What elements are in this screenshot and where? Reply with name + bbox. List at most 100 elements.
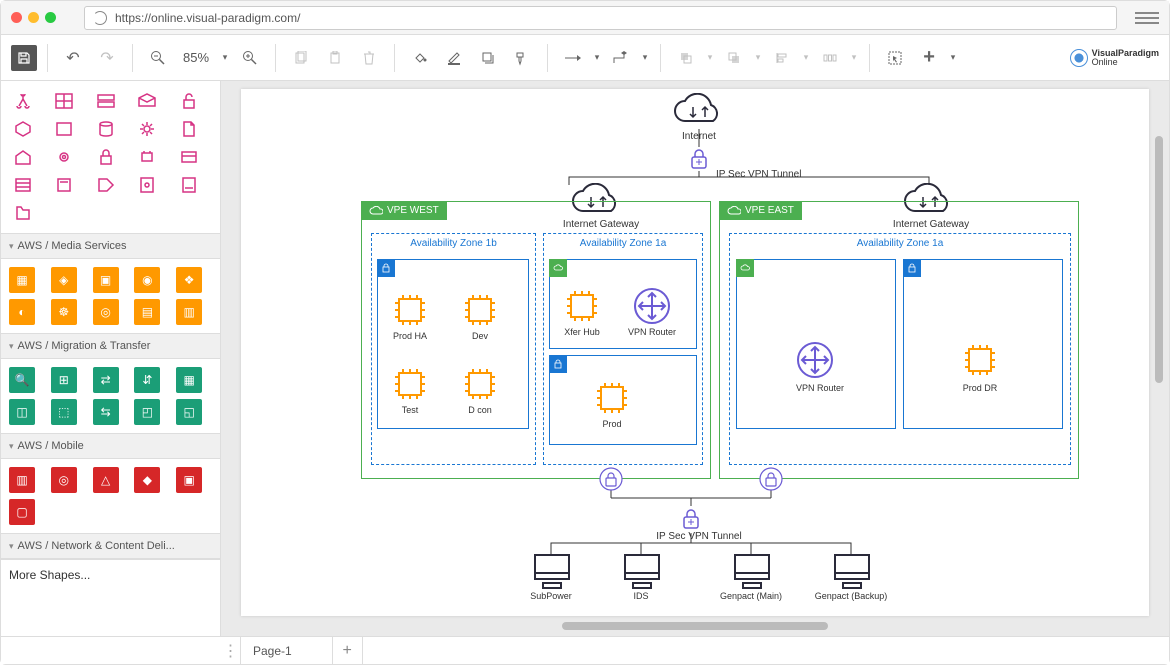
migration-svc-icon[interactable]: ⬚: [51, 399, 77, 425]
connector-elbow-button[interactable]: [606, 43, 636, 73]
mobile-svc-icon[interactable]: ▥: [9, 467, 35, 493]
browser-menu-icon[interactable]: [1135, 8, 1159, 28]
media-svc-icon[interactable]: ◈: [51, 267, 77, 293]
shape-grid-icon[interactable]: [50, 89, 78, 113]
add-button[interactable]: +: [914, 43, 944, 73]
redo-button[interactable]: ↷: [92, 43, 122, 73]
mobile-svc-icon[interactable]: ▢: [9, 499, 35, 525]
align-button[interactable]: [767, 43, 797, 73]
migration-svc-icon[interactable]: ⇆: [93, 399, 119, 425]
mobile-svc-icon[interactable]: △: [93, 467, 119, 493]
monitor-subpower-icon[interactable]: [531, 551, 573, 591]
connector-dropdown-icon[interactable]: ▾: [592, 43, 602, 73]
shape-db-icon[interactable]: [92, 117, 120, 141]
monitor-genpact-main-icon[interactable]: [731, 551, 773, 591]
distribute-button[interactable]: [815, 43, 845, 73]
connector-straight-button[interactable]: [558, 43, 588, 73]
zoom-dropdown-icon[interactable]: ▾: [219, 43, 231, 73]
line-color-button[interactable]: [439, 43, 469, 73]
shape-gear-icon[interactable]: [133, 117, 161, 141]
chip-dev[interactable]: [461, 291, 499, 329]
distribute-dropdown[interactable]: ▾: [849, 43, 859, 73]
diagram-canvas[interactable]: Internet IP Sec VPN Tunnel: [241, 89, 1149, 616]
section-mobile[interactable]: AWS / Mobile: [1, 433, 220, 459]
media-svc-icon[interactable]: ▥: [176, 299, 202, 325]
shape-chip-icon[interactable]: [133, 145, 161, 169]
migration-svc-icon[interactable]: ⊞: [51, 367, 77, 393]
chip-prod-dr[interactable]: [961, 341, 999, 379]
monitor-ids-icon[interactable]: [621, 551, 663, 591]
media-svc-icon[interactable]: ▤: [134, 299, 160, 325]
more-shapes-button[interactable]: More Shapes...: [1, 559, 220, 590]
shape-doc-icon[interactable]: [175, 117, 203, 141]
media-svc-icon[interactable]: ▣: [93, 267, 119, 293]
shape-folder-icon[interactable]: [9, 201, 37, 225]
media-svc-icon[interactable]: ☸: [51, 299, 77, 325]
media-svc-icon[interactable]: ◐: [9, 299, 35, 325]
chip-prod[interactable]: [593, 379, 631, 417]
selection-mode-button[interactable]: [880, 43, 910, 73]
save-button[interactable]: [11, 45, 37, 71]
shape-list-icon[interactable]: [92, 89, 120, 113]
media-svc-icon[interactable]: ▦: [9, 267, 35, 293]
lock-icon[interactable]: [687, 147, 711, 171]
internet-cloud-icon[interactable]: [671, 93, 727, 129]
shape-card-icon[interactable]: [175, 145, 203, 169]
media-svc-icon[interactable]: ❖: [176, 267, 202, 293]
zoom-in-button[interactable]: [235, 43, 265, 73]
media-svc-icon[interactable]: ◉: [134, 267, 160, 293]
to-front-dropdown[interactable]: ▾: [705, 43, 715, 73]
add-page-button[interactable]: +: [333, 637, 363, 664]
copy-button[interactable]: [286, 43, 316, 73]
vpn-router-east-icon[interactable]: [796, 341, 834, 379]
shape-house-icon[interactable]: [9, 145, 37, 169]
zoom-level[interactable]: 85%: [177, 50, 215, 65]
shape-unlock-icon[interactable]: [175, 89, 203, 113]
shape-envelope-icon[interactable]: [133, 89, 161, 113]
section-migration[interactable]: AWS / Migration & Transfer: [1, 333, 220, 359]
vp-logo[interactable]: VisualParadigm Online: [1070, 49, 1159, 67]
connector-elbow-dropdown-icon[interactable]: ▾: [640, 43, 650, 73]
migration-svc-icon[interactable]: 🔍: [9, 367, 35, 393]
chip-test[interactable]: [391, 365, 429, 403]
to-back-button[interactable]: [719, 43, 749, 73]
shape-lock-icon[interactable]: [92, 145, 120, 169]
subnet-1b[interactable]: [377, 259, 529, 429]
shape-page-icon[interactable]: [175, 173, 203, 197]
to-front-button[interactable]: [671, 43, 701, 73]
add-dropdown[interactable]: ▾: [948, 43, 958, 73]
mobile-svc-icon[interactable]: ◆: [134, 467, 160, 493]
fill-color-button[interactable]: [405, 43, 435, 73]
url-bar[interactable]: https://online.visual-paradigm.com/: [84, 6, 1117, 30]
shape-stack-icon[interactable]: [9, 173, 37, 197]
page-tab-1[interactable]: Page-1: [241, 637, 333, 664]
migration-svc-icon[interactable]: ▦: [176, 367, 202, 393]
close-window[interactable]: [11, 12, 22, 23]
shape-note-icon[interactable]: [50, 173, 78, 197]
zoom-out-button[interactable]: [143, 43, 173, 73]
monitor-genpact-backup-icon[interactable]: [831, 551, 873, 591]
align-dropdown[interactable]: ▾: [801, 43, 811, 73]
paste-button[interactable]: [320, 43, 350, 73]
to-back-dropdown[interactable]: ▾: [753, 43, 763, 73]
vpn-router-west-icon[interactable]: [633, 287, 671, 325]
migration-svc-icon[interactable]: ⇵: [134, 367, 160, 393]
refresh-icon[interactable]: [93, 11, 107, 25]
shadow-button[interactable]: [473, 43, 503, 73]
mobile-svc-icon[interactable]: ▣: [176, 467, 202, 493]
chip-dcon[interactable]: [461, 365, 499, 403]
tab-grip-icon[interactable]: ⋮: [221, 637, 241, 664]
migration-svc-icon[interactable]: ◫: [9, 399, 35, 425]
undo-button[interactable]: ↶: [58, 43, 88, 73]
migration-svc-icon[interactable]: ◰: [134, 399, 160, 425]
delete-button[interactable]: [354, 43, 384, 73]
shape-rect-icon[interactable]: [50, 117, 78, 141]
lock-icon[interactable]: [679, 507, 703, 531]
migration-svc-icon[interactable]: ◱: [176, 399, 202, 425]
section-media-services[interactable]: AWS / Media Services: [1, 233, 220, 259]
chip-prod-ha[interactable]: [391, 291, 429, 329]
vertical-scrollbar[interactable]: [1155, 111, 1165, 606]
shape-sheet-icon[interactable]: [133, 173, 161, 197]
canvas-area[interactable]: Internet IP Sec VPN Tunnel: [221, 81, 1169, 636]
migration-svc-icon[interactable]: ⇄: [93, 367, 119, 393]
